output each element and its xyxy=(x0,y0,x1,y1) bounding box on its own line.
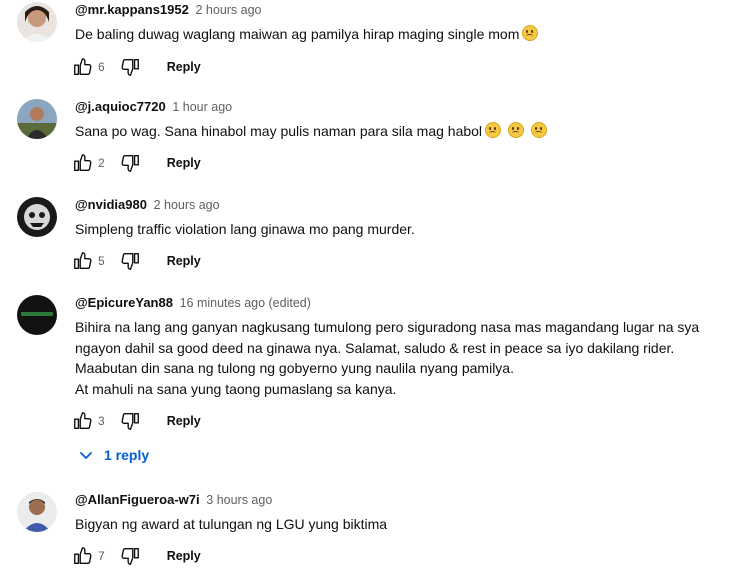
like-count: 6 xyxy=(98,60,105,74)
avatar[interactable] xyxy=(17,492,57,532)
comment-time[interactable]: 16 minutes ago (edited) xyxy=(180,296,311,310)
thumbs-down-icon[interactable] xyxy=(119,410,141,432)
reply-button[interactable]: Reply xyxy=(167,254,201,268)
comment-line: Bihira na lang ang ganyan nagkusang tumu… xyxy=(75,319,700,335)
sad-face-emoji-icon xyxy=(507,122,524,138)
comment-text: Bihira na lang ang ganyan nagkusang tumu… xyxy=(75,317,735,399)
comment-actions: 7 Reply xyxy=(72,545,201,567)
comment-header: @j.aquioc7720 1 hour ago xyxy=(75,99,232,115)
comment-text: De baling duwag waglang maiwan ag pamily… xyxy=(75,24,735,45)
reply-button[interactable]: Reply xyxy=(167,156,201,170)
like-count: 2 xyxy=(98,156,105,170)
thumbs-up-icon[interactable] xyxy=(72,56,94,78)
comment-line: Sana po wag. Sana hinabol may pulis nama… xyxy=(75,121,735,142)
thumbs-down-icon[interactable] xyxy=(119,250,141,272)
comment-time[interactable]: 1 hour ago xyxy=(172,100,232,114)
thumbs-up-icon[interactable] xyxy=(72,545,94,567)
comment-time[interactable]: 2 hours ago xyxy=(154,198,220,212)
comment-line: De baling duwag waglang maiwan ag pamily… xyxy=(75,24,735,45)
comment-text: Sana po wag. Sana hinabol may pulis nama… xyxy=(75,121,735,142)
author-name[interactable]: @AllanFigueroa-w7i xyxy=(75,492,200,507)
comment-line: ngayon dahil sa good deed na ginawa nya.… xyxy=(75,339,675,356)
sad-face-emoji-icon xyxy=(522,25,539,41)
author-name[interactable]: @nvidia980 xyxy=(75,197,147,212)
replies-count-label: 1 reply xyxy=(104,447,150,463)
like-count: 3 xyxy=(98,414,105,428)
comment-header: @EpicureYan88 16 minutes ago (edited) xyxy=(75,295,311,311)
avatar[interactable] xyxy=(17,295,57,335)
chevron-down-icon xyxy=(78,447,94,463)
reply-button[interactable]: Reply xyxy=(167,60,201,74)
avatar[interactable] xyxy=(17,2,57,42)
avatar[interactable] xyxy=(17,197,57,237)
comment-line: Simpleng traffic violation lang ginawa m… xyxy=(75,221,415,237)
view-replies-button[interactable]: 1 reply xyxy=(78,447,149,463)
avatar[interactable] xyxy=(17,99,57,139)
comment-text: Simpleng traffic violation lang ginawa m… xyxy=(75,219,735,240)
reply-button[interactable]: Reply xyxy=(167,549,201,563)
comment-actions: 2 Reply xyxy=(72,152,201,174)
thumbs-up-icon[interactable] xyxy=(72,410,94,432)
comment-text: Bigyan ng award at tulungan ng LGU yung … xyxy=(75,514,735,535)
thumbs-up-icon[interactable] xyxy=(72,250,94,272)
thumbs-down-icon[interactable] xyxy=(119,56,141,78)
reply-button[interactable]: Reply xyxy=(167,414,201,428)
like-count: 7 xyxy=(98,549,105,563)
comment-time[interactable]: 2 hours ago xyxy=(195,3,261,17)
sad-face-emoji-icon xyxy=(485,122,502,138)
comment-actions: 6 Reply xyxy=(72,56,201,78)
comment-header: @mr.kappans1952 2 hours ago xyxy=(75,2,262,18)
comment-line: Maabutan din sana ng tulong ng gobyerno … xyxy=(75,360,514,376)
comment-header: @AllanFigueroa-w7i 3 hours ago xyxy=(75,492,272,508)
comment-actions: 3 Reply xyxy=(72,410,201,432)
comment-header: @nvidia980 2 hours ago xyxy=(75,197,220,213)
author-name[interactable]: @j.aquioc7720 xyxy=(75,99,166,114)
author-name[interactable]: @EpicureYan88 xyxy=(75,295,173,310)
comment-time[interactable]: 3 hours ago xyxy=(206,493,272,507)
thumbs-down-icon[interactable] xyxy=(119,152,141,174)
comment-line: Bigyan ng award at tulungan ng LGU yung … xyxy=(75,516,388,532)
thumbs-up-icon[interactable] xyxy=(72,152,94,174)
like-count: 5 xyxy=(98,254,105,268)
comment-line: At mahuli na sana yung taong pumaslang s… xyxy=(75,380,397,397)
thumbs-down-icon[interactable] xyxy=(119,545,141,567)
sad-face-emoji-icon xyxy=(530,122,547,138)
comment-actions: 5 Reply xyxy=(72,250,201,272)
author-name[interactable]: @mr.kappans1952 xyxy=(75,2,189,17)
